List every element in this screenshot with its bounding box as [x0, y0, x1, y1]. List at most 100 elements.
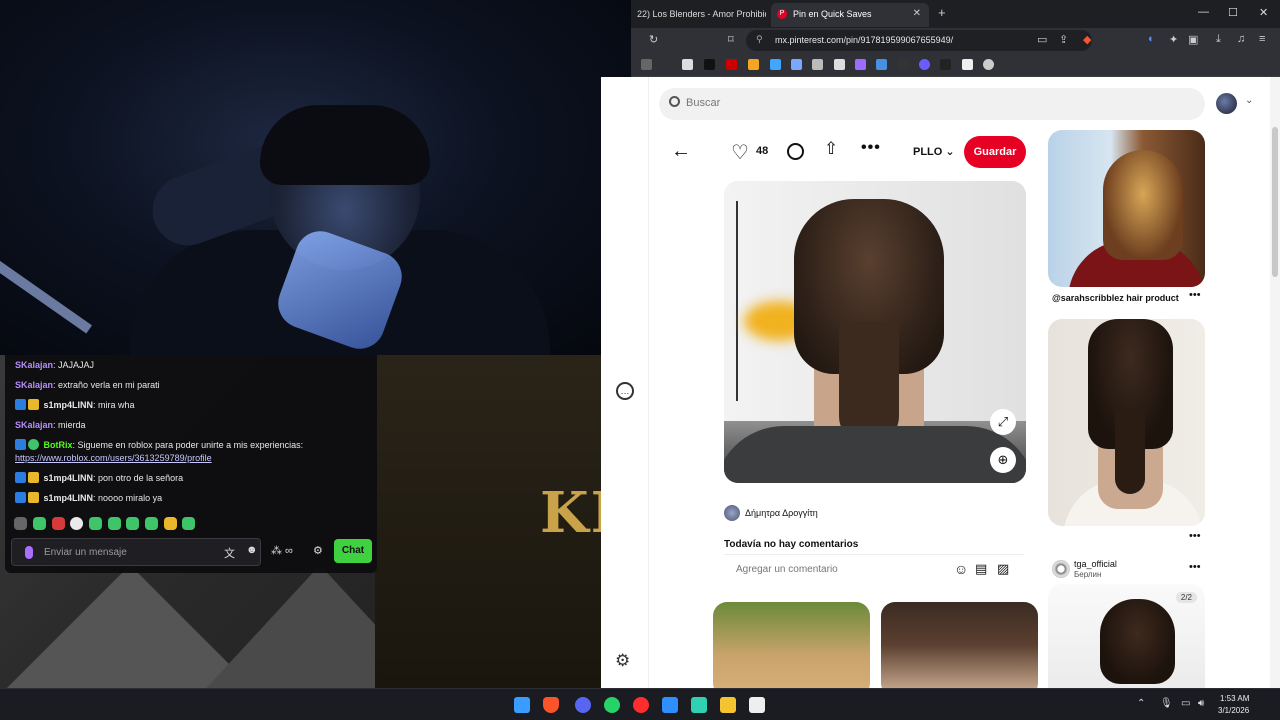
- back-arrow-icon[interactable]: ←: [671, 140, 691, 163]
- bookmark-item-icon[interactable]: [682, 59, 693, 70]
- points-icon[interactable]: ⁂ ∞: [271, 544, 293, 557]
- messages-icon[interactable]: …: [616, 382, 634, 400]
- tga-avatar[interactable]: [1052, 560, 1070, 578]
- windows-start-icon[interactable]: [514, 697, 530, 713]
- bookmark-item-icon[interactable]: [726, 59, 737, 70]
- bookmark-item-icon[interactable]: [898, 59, 909, 70]
- bookmark-item-icon[interactable]: [641, 59, 652, 70]
- chat-username[interactable]: s1mp4LINN: [44, 493, 94, 503]
- chevron-down-icon[interactable]: ⌄: [1245, 95, 1253, 106]
- sidebar-icon[interactable]: ▣: [1188, 33, 1198, 46]
- clock-time[interactable]: 1:53 AM: [1220, 694, 1249, 703]
- related-pin-image[interactable]: [881, 602, 1038, 688]
- share-icon[interactable]: ⇪: [1059, 33, 1068, 46]
- bookmark-item-icon[interactable]: [940, 59, 951, 70]
- comment-input[interactable]: Agregar un comentario ☺ ▤ ▨: [724, 554, 1024, 581]
- bookmark-item-icon[interactable]: [704, 59, 715, 70]
- site-settings-icon[interactable]: ⚲: [756, 34, 763, 45]
- related-pin-image[interactable]: 2/2: [1048, 584, 1205, 688]
- reload-icon[interactable]: ↻: [649, 33, 658, 46]
- menu-icon[interactable]: ≡: [1259, 33, 1265, 45]
- emote-icon[interactable]: [182, 517, 195, 530]
- app-icon[interactable]: [749, 697, 765, 713]
- bookmark-item-icon[interactable]: [855, 59, 866, 70]
- bookmark-item-icon[interactable]: [876, 59, 887, 70]
- media-icon[interactable]: ♫: [1237, 33, 1245, 45]
- emote-icon[interactable]: [14, 517, 27, 530]
- related-pin-image[interactable]: [1048, 319, 1205, 526]
- more-options-icon[interactable]: •••: [1189, 530, 1201, 542]
- mic-icon[interactable]: [25, 546, 33, 559]
- expand-icon[interactable]: ⤢: [990, 409, 1016, 435]
- more-options-icon[interactable]: •••: [861, 139, 881, 157]
- clock-date[interactable]: 3/1/2026: [1218, 706, 1249, 715]
- scrollbar[interactable]: [1270, 77, 1280, 688]
- settings-gear-icon[interactable]: ⚙: [615, 651, 630, 671]
- tab-pinterest[interactable]: P Pin en Quick Saves ✕: [771, 3, 929, 27]
- emote-icon[interactable]: [126, 517, 139, 530]
- emoji-icon[interactable]: ☺: [954, 561, 968, 577]
- chat-input[interactable]: Enviar un mensaje 文 ☻: [11, 538, 261, 566]
- emote-icon[interactable]: [52, 517, 65, 530]
- author-name[interactable]: Δήμητρα Δρογγίτη: [745, 508, 818, 518]
- discord-icon[interactable]: [575, 697, 591, 713]
- bookmark-item-icon[interactable]: [834, 59, 845, 70]
- brave-icon[interactable]: [543, 697, 559, 713]
- notepad-icon[interactable]: [662, 697, 678, 713]
- related-pin-image[interactable]: [1048, 130, 1205, 287]
- chat-username[interactable]: SKalajan: [15, 360, 53, 370]
- emote-icon[interactable]: [70, 517, 83, 530]
- minimize-icon[interactable]: —: [1198, 6, 1209, 18]
- tab-music[interactable]: 22) Los Blenders - Amor Prohibido: [631, 3, 766, 27]
- app-icon[interactable]: [691, 697, 707, 713]
- microphone-icon[interactable]: 🎙︎: [1160, 698, 1173, 709]
- maximize-icon[interactable]: ☐: [1228, 6, 1238, 19]
- related-pin-image[interactable]: [713, 602, 870, 688]
- emote-icon[interactable]: [164, 517, 177, 530]
- avatar[interactable]: [1216, 93, 1237, 114]
- bookmark-item-icon[interactable]: [919, 59, 930, 70]
- search-input[interactable]: Buscar: [659, 88, 1205, 120]
- pin-image[interactable]: ⤢ ⊕: [724, 181, 1026, 483]
- network-icon[interactable]: ▭: [1181, 698, 1190, 709]
- related-pin-caption[interactable]: @sarahscribblez hair product: [1052, 293, 1179, 303]
- chat-username[interactable]: SKalajan: [15, 380, 53, 390]
- heart-icon[interactable]: ♡: [731, 140, 749, 165]
- download-icon[interactable]: ⤓: [1216, 33, 1221, 46]
- bookmark-item-icon[interactable]: [812, 59, 823, 70]
- chat-username[interactable]: BotRix: [44, 440, 73, 450]
- bookmark-item-icon[interactable]: [983, 59, 994, 70]
- emoji-icon[interactable]: ☻: [246, 544, 258, 556]
- emote-icon[interactable]: [145, 517, 158, 530]
- comment-icon[interactable]: [787, 143, 804, 160]
- new-tab-icon[interactable]: +: [938, 5, 946, 20]
- pinner-name[interactable]: tga_official: [1074, 559, 1117, 569]
- image-upload-icon[interactable]: ▨: [997, 561, 1009, 577]
- board-select[interactable]: PLLO ⌄: [913, 145, 955, 158]
- extensions-icon[interactable]: ✦: [1169, 33, 1178, 46]
- whatsapp-icon[interactable]: [604, 697, 620, 713]
- visual-search-icon[interactable]: ⊕: [990, 447, 1016, 473]
- share-icon[interactable]: ⇧: [824, 139, 838, 159]
- chat-username[interactable]: s1mp4LINN: [44, 400, 94, 410]
- chat-username[interactable]: SKalajan: [15, 420, 53, 430]
- chat-send-button[interactable]: Chat: [334, 539, 372, 563]
- bookmark-item-icon[interactable]: [770, 59, 781, 70]
- sticker-icon[interactable]: ▤: [975, 561, 987, 577]
- translate-icon[interactable]: 文: [224, 545, 235, 561]
- cast-icon[interactable]: ▭: [1037, 33, 1047, 46]
- author-avatar[interactable]: [724, 505, 740, 521]
- chat-link[interactable]: https://www.roblox.com/users/3613259789/…: [15, 453, 212, 463]
- music-player-icon[interactable]: [633, 697, 649, 713]
- gear-icon[interactable]: ⚙: [313, 544, 323, 557]
- more-options-icon[interactable]: •••: [1189, 289, 1201, 301]
- scrollbar-thumb[interactable]: [1272, 127, 1278, 277]
- save-button[interactable]: Guardar: [964, 136, 1026, 168]
- chat-username[interactable]: s1mp4LINN: [44, 473, 94, 483]
- close-window-icon[interactable]: ✕: [1259, 6, 1268, 19]
- leo-icon[interactable]: ◐: [1148, 33, 1155, 45]
- bookmark-item-icon[interactable]: [748, 59, 759, 70]
- tray-chevron-icon[interactable]: ⌃: [1137, 698, 1145, 709]
- bookmark-item-icon[interactable]: [791, 59, 802, 70]
- emote-icon[interactable]: [89, 517, 102, 530]
